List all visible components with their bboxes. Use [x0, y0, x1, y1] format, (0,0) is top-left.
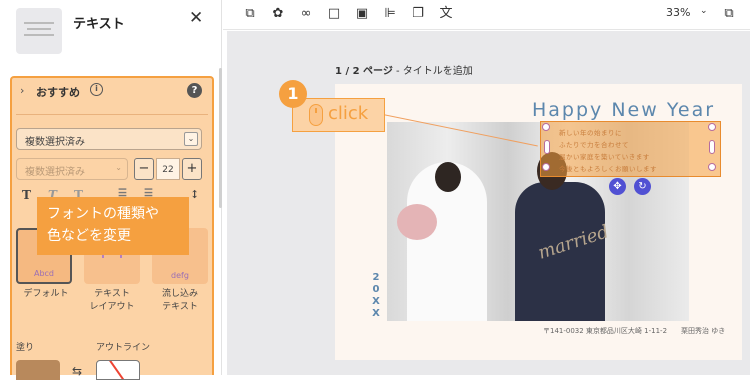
side-handle[interactable] — [544, 140, 550, 154]
sidebar-header: テキスト ✕ — [0, 0, 222, 62]
link-icon[interactable]: ∞ — [297, 5, 315, 23]
style-caption-default: デフォルト — [23, 289, 69, 299]
zoom-level[interactable]: 33% — [666, 6, 690, 19]
increase-size-button[interactable]: + — [182, 158, 202, 180]
outline-label: アウトライン — [96, 343, 151, 353]
palette-icon[interactable]: ✿ — [269, 5, 287, 23]
font-dropdown[interactable]: 複数選択済み ⌄ — [16, 158, 128, 180]
decrease-size-button[interactable]: − — [134, 158, 154, 180]
font-size-stepper[interactable]: − 22 + — [134, 158, 202, 180]
layers-icon[interactable]: ❐ — [409, 5, 427, 23]
sidebar-scrollbar[interactable] — [219, 68, 222, 208]
chevron-right-icon: › — [20, 84, 25, 97]
square-icon[interactable]: □ — [325, 5, 343, 23]
resize-handle[interactable] — [708, 163, 716, 171]
swap-icon[interactable]: ⇆ — [72, 364, 82, 378]
text-sidebar: テキスト ✕ › おすすめ i ? 複数選択済み ⌄ 複数選択済み ⌄ − 22… — [0, 0, 222, 380]
instruction-text: フォントの種類や 色などを変更 — [47, 206, 159, 244]
recommend-label: おすすめ — [36, 86, 80, 99]
message-line: 新しい年の始まりに — [559, 129, 622, 137]
frame-icon[interactable]: ▣ — [353, 5, 371, 23]
message-line: 温かい家庭を築いていきます — [559, 153, 650, 161]
chevron-down-icon[interactable]: ⌄ — [700, 6, 708, 16]
bold-icon[interactable]: T — [22, 188, 31, 202]
paint-color-swatch[interactable] — [16, 360, 60, 380]
bride-head — [435, 162, 461, 192]
address-text[interactable]: 〒141-0032 東京都品川区大崎 1-11-2 栗田秀治 ゆき — [543, 326, 725, 336]
style-card-sample: defg — [171, 271, 189, 280]
click-label: click — [328, 103, 369, 124]
selected-message-textbox[interactable]: 新しい年の始まりに ふたりで力を合わせて 温かい家庭を築いていきます 今後ともよ… — [540, 121, 721, 177]
outline-color-swatch[interactable] — [96, 360, 140, 380]
move-icon[interactable]: ✥ — [609, 178, 626, 195]
rotate-icon[interactable]: ↻ — [634, 178, 651, 195]
message-line: ふたりで力を合わせて — [559, 141, 629, 149]
align-left-icon[interactable]: ⊫ — [381, 5, 399, 23]
pages-icon[interactable]: ⧉ — [720, 5, 738, 23]
step-number-badge: 1 — [279, 80, 307, 108]
chevron-down-icon: ⌄ — [184, 132, 198, 146]
style-caption-text-layout: テキスト レイアウト — [89, 289, 135, 312]
message-line: 今後ともよろしくお願いします — [559, 165, 657, 173]
resize-handle[interactable] — [542, 163, 550, 171]
selection-dropdown[interactable]: 複数選択済み ⌄ — [16, 128, 202, 150]
year-text[interactable]: 20XX — [370, 272, 382, 320]
side-handle[interactable] — [709, 140, 715, 154]
page-indicator: 1 / 2 ページ - タイトルを追加 — [335, 66, 473, 77]
top-toolbar: ⧉ ✿ ∞ □ ▣ ⊫ ❐ 文 33% ⌄ ⧉ — [223, 0, 750, 30]
mouse-icon — [309, 104, 323, 126]
resize-icon[interactable]: ⧉ — [241, 5, 259, 23]
sidebar-title: テキスト — [73, 17, 125, 32]
selection-dropdown-value: 複数選択済み — [25, 137, 85, 148]
resize-handle[interactable] — [708, 123, 716, 131]
info-icon[interactable]: i — [90, 83, 103, 96]
style-card-sample: Abcd — [33, 269, 55, 278]
font-size-value[interactable]: 22 — [156, 158, 180, 180]
resize-handle[interactable] — [542, 123, 550, 131]
page-number: 1 / 2 ページ — [335, 66, 393, 77]
page-title-prompt[interactable]: タイトルを追加 — [403, 66, 473, 77]
text-thumbnail — [16, 8, 62, 54]
translate-icon[interactable]: 文 — [437, 5, 455, 23]
chevron-down-icon: ⌄ — [115, 163, 122, 172]
click-callout: click — [292, 98, 385, 132]
instruction-callout: フォントの種類や 色などを変更 — [37, 197, 189, 255]
divider — [16, 114, 208, 115]
recommend-row[interactable]: › おすすめ i ? — [12, 78, 212, 106]
greeting-title[interactable]: Happy New Year — [532, 99, 715, 121]
help-icon[interactable]: ? — [187, 83, 202, 98]
style-caption-flow-text: 流し込み テキスト — [161, 289, 198, 312]
line-spacing-icon[interactable]: ↕ — [190, 188, 199, 201]
bouquet — [397, 204, 437, 240]
paint-label: 塗り — [16, 343, 35, 353]
font-dropdown-value: 複数選択済み — [25, 167, 85, 178]
close-icon[interactable]: ✕ — [189, 8, 203, 28]
